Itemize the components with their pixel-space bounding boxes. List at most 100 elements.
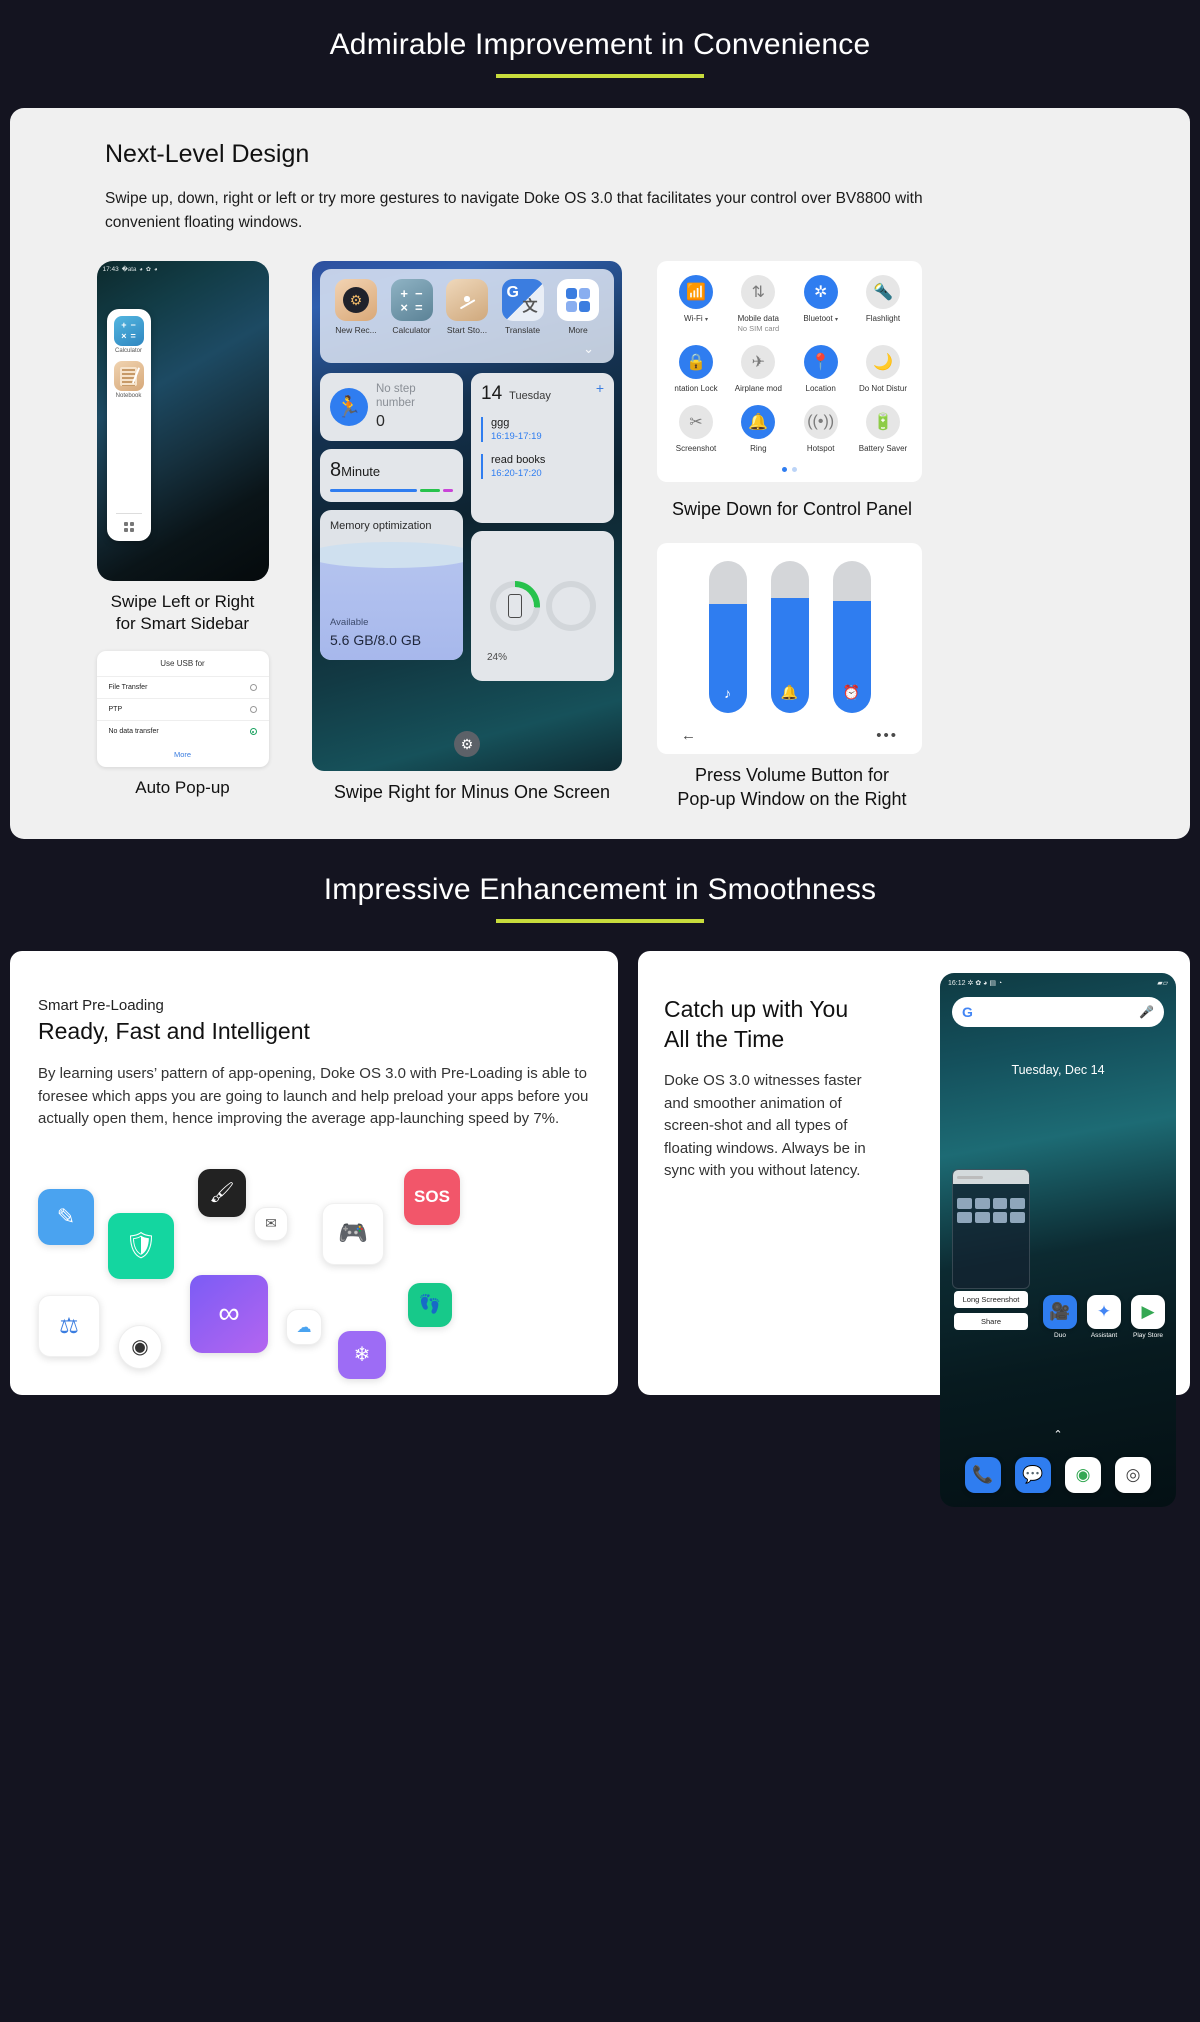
camera-icon[interactable]: ◎ xyxy=(1115,1457,1151,1494)
screenshot-icon: ✂ xyxy=(679,405,713,440)
battery-widget[interactable]: 24% xyxy=(471,531,614,682)
floating-screenshot-window[interactable] xyxy=(952,1169,1030,1290)
calendar-widget[interactable]: + 14 Tuesday ggg 16:19-17:19 read books xyxy=(471,373,614,524)
tile-airplane-mode[interactable]: ✈ Airplane mod xyxy=(727,345,789,393)
app-label: Assistant xyxy=(1090,1332,1118,1340)
shortcut-label: Calculator xyxy=(392,325,431,336)
sidebar-app-label: Notebook xyxy=(115,393,142,400)
share-button[interactable]: Share xyxy=(954,1313,1028,1331)
microphone-icon[interactable]: 🎤 xyxy=(1139,1005,1154,1019)
sidebar-divider xyxy=(115,513,142,515)
event-title: ggg xyxy=(491,417,510,430)
calendar-event[interactable]: ggg 16:19-17:19 xyxy=(481,417,604,443)
tile-rotation-lock[interactable]: 🔒 ntation Lock xyxy=(665,345,727,393)
search-bar[interactable]: G 🎤 xyxy=(952,997,1164,1028)
app-grid-icon[interactable] xyxy=(123,522,134,533)
sidebar-app-calculator[interactable]: + − × = Calculator xyxy=(113,316,144,354)
tile-label: Hotspot xyxy=(806,444,835,454)
usb-option-file-transfer[interactable]: File Transfer xyxy=(96,676,269,698)
widget-grid: 🏃 No step number 0 8 Minute Memory optim… xyxy=(320,373,614,682)
widget-column-left: 🏃 No step number 0 8 Minute Memory optim… xyxy=(320,373,463,681)
tile-flashlight[interactable]: 🔦 Flashlight xyxy=(852,275,914,333)
card-title: Next-Level Design xyxy=(105,140,310,168)
tile-label: Airplane mod xyxy=(734,384,782,394)
cloud-icon: ☁ xyxy=(286,1308,322,1345)
tile-ring[interactable]: 🔔 Ring xyxy=(727,405,789,453)
caption-volume-popup: Press Volume Button for Pop-up Window on… xyxy=(677,765,907,809)
balance-icon: ⚖ xyxy=(38,1294,100,1357)
slider-alarm-volume[interactable]: ⏰ xyxy=(832,561,871,714)
tile-location[interactable]: 📍 Location xyxy=(790,345,852,393)
usb-option-ptp[interactable]: PTP xyxy=(96,698,269,720)
long-screenshot-button[interactable]: Long Screenshot xyxy=(954,1291,1028,1309)
phone-mockup-sidebar: 17:43 �ata ◕ ✿ ◕ + − × = Calculator Note… xyxy=(96,261,269,582)
usb-option-no-data-transfer[interactable]: No data transfer xyxy=(96,720,269,742)
minutes-widget[interactable]: 8 Minute xyxy=(320,449,463,503)
control-panel: 📶 Wi-Fi ▾ ⇅ Mobile data No SIM card ✲ Bl… xyxy=(657,261,922,483)
usb-option-label: PTP xyxy=(108,706,123,714)
wifi-icon: ◔ xyxy=(997,980,1003,988)
usb-more-link[interactable]: More xyxy=(97,742,269,761)
chrome-icon[interactable]: ◉ xyxy=(1065,1457,1101,1494)
chevron-down-icon[interactable]: ▾ xyxy=(835,317,838,323)
shortcut-calculator[interactable]: + − × = Calculator xyxy=(386,279,438,335)
radio-selected-icon[interactable] xyxy=(249,728,257,736)
gear-icon[interactable]: ⚙ xyxy=(454,731,480,758)
shortcut-label: Translate xyxy=(504,325,541,336)
page-indicator[interactable] xyxy=(665,465,914,474)
more-grid-icon xyxy=(557,279,599,322)
sidebar-app-notebook[interactable]: Notebook xyxy=(113,361,144,400)
phone-icon[interactable]: 📞 xyxy=(965,1457,1001,1494)
caption-smart-sidebar: Swipe Left or Right for Smart Sidebar xyxy=(110,592,255,634)
catch-up-body: Doke OS 3.0 witnesses faster and smoothe… xyxy=(664,1072,866,1180)
shortcut-translate[interactable]: G文 Translate xyxy=(497,279,549,335)
slider-ring-volume[interactable]: 🔔 xyxy=(770,561,809,714)
smart-sidebar-panel[interactable]: + − × = Calculator Notebook xyxy=(106,309,151,542)
event-time-range: 16:19-17:19 xyxy=(491,431,542,443)
volume-sliders: ♪ 🔔 ⏰ xyxy=(657,561,922,714)
sim-icon: ▤ xyxy=(989,980,996,988)
event-title: read books xyxy=(491,454,546,467)
bell-icon: 🔔 xyxy=(741,405,776,440)
tile-battery-saver[interactable]: 🔋 Battery Saver xyxy=(852,405,914,453)
app-assistant[interactable]: ✦ Assistant xyxy=(1086,1295,1122,1339)
app-duo[interactable]: 🎥 Duo xyxy=(1042,1295,1078,1339)
bluetooth-icon: ✲ xyxy=(967,980,974,988)
messages-icon[interactable]: 💬 xyxy=(1015,1457,1051,1494)
chevron-down-icon[interactable]: ▾ xyxy=(705,317,708,323)
tile-hotspot[interactable]: ((•)) Hotspot xyxy=(790,405,852,453)
location-pin-icon: 📍 xyxy=(803,345,838,380)
shortcut-stopwatch[interactable]: Start Sto... xyxy=(441,279,493,335)
home-date-label: Tuesday, Dec 14 xyxy=(1011,1063,1105,1078)
home-dock: 📞 💬 ◉ ◎ xyxy=(940,1457,1176,1494)
back-arrow-icon[interactable]: ← xyxy=(681,727,696,744)
more-dots-icon[interactable]: ••• xyxy=(876,727,898,744)
shortcut-new-recording[interactable]: New Rec... xyxy=(330,279,382,335)
caption-minus-one: Swipe Right for Minus One Screen xyxy=(333,782,611,803)
step-counter-widget[interactable]: 🏃 No step number 0 xyxy=(320,373,463,442)
wifi-icon: 📶 xyxy=(679,275,713,310)
tile-screenshot[interactable]: ✂ Screenshot xyxy=(665,405,727,453)
phone-mockup-home-screen: 16:12 ✲ ✿ ◕ ▤ ◔ ▰▱ G 🎤 Tuesday, Dec 14 L… xyxy=(940,973,1176,1508)
tile-wifi[interactable]: 📶 Wi-Fi ▾ xyxy=(665,275,727,333)
event-time-range: 16:20-17:20 xyxy=(491,468,542,480)
chevron-down-icon[interactable]: ⌄ xyxy=(326,335,608,359)
radio-icon[interactable] xyxy=(249,684,257,692)
tile-do-not-disturb[interactable]: 🌙 Do Not Distur xyxy=(852,345,914,393)
plus-icon[interactable]: + xyxy=(596,380,604,396)
memory-optimization-widget[interactable]: Memory optimization Available 5.6 GB/8.0… xyxy=(320,510,463,661)
mini-window-label xyxy=(953,1184,1029,1193)
chevron-up-icon[interactable]: ⌃ xyxy=(1053,1428,1062,1441)
tile-label: Do Not Distur xyxy=(858,384,907,394)
control-panel-row: 🔒 ntation Lock ✈ Airplane mod 📍 Location… xyxy=(665,345,914,393)
radio-icon[interactable] xyxy=(249,706,257,714)
tile-label: Flashlight xyxy=(865,314,901,324)
shortcut-more[interactable]: More xyxy=(552,279,604,335)
tile-bluetooth[interactable]: ✲ Bluetoot ▾ xyxy=(790,275,852,333)
title-underline xyxy=(496,74,704,78)
app-play-store[interactable]: ▶ Play Store xyxy=(1130,1295,1166,1339)
slider-media-volume[interactable]: ♪ xyxy=(708,561,747,714)
tile-mobile-data[interactable]: ⇅ Mobile data No SIM card xyxy=(727,275,789,333)
calendar-event[interactable]: read books 16:20-17:20 xyxy=(481,454,604,480)
tile-label: Location xyxy=(805,384,836,394)
